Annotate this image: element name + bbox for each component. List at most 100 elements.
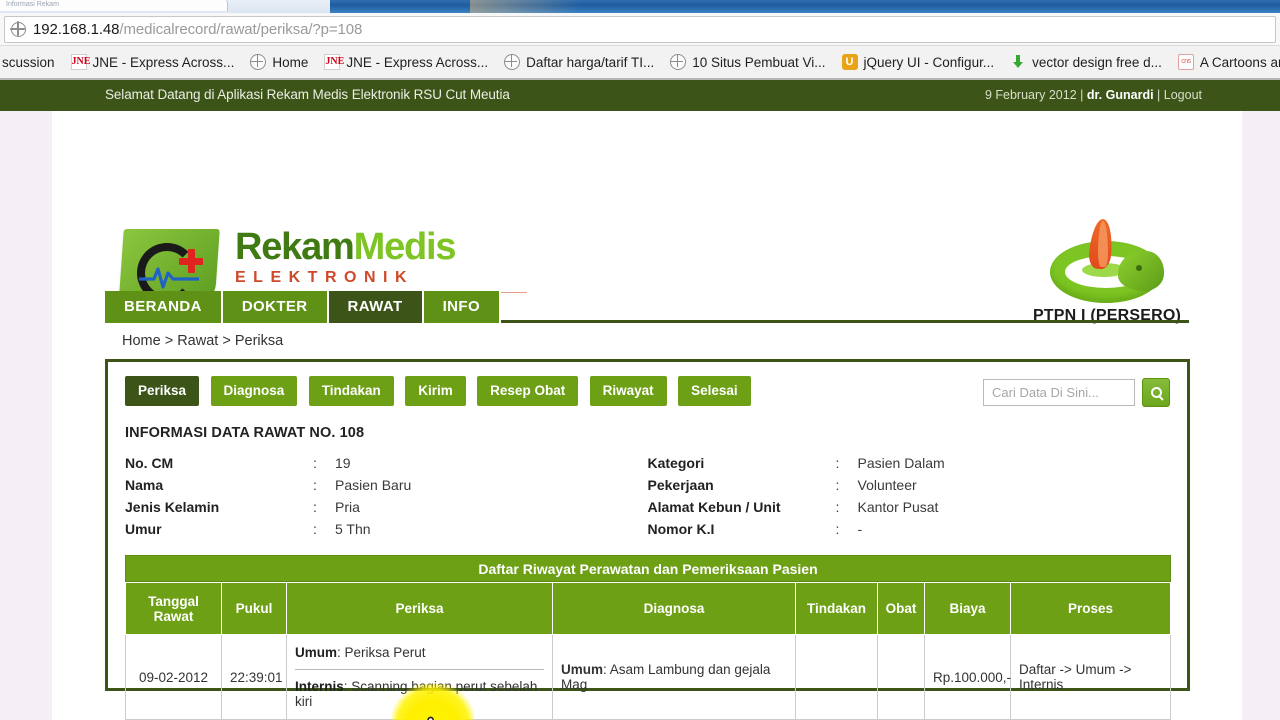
entry-text: : Periksa Perut bbox=[337, 645, 426, 660]
browser-tab[interactable]: Informasi Rekam bbox=[0, 0, 228, 11]
separator: | bbox=[1153, 88, 1164, 102]
bookmark-label: Daftar harga/tarif TI... bbox=[526, 54, 655, 70]
bookmark-label: A Cartoons and Co... bbox=[1199, 54, 1280, 70]
info-value: Pasien Dalam bbox=[857, 455, 945, 471]
jquery-icon: U bbox=[841, 54, 858, 70]
info-row-kategori: Kategori: Pasien Dalam bbox=[648, 453, 1171, 473]
page-sheet: RekamMedis ELEKTRONIK RSU CUT MEUTIA PTP… bbox=[52, 111, 1242, 720]
bookmark-label: JNE - Express Across... bbox=[346, 54, 489, 70]
bookmark-item[interactable]: JNE JNE - Express Across... bbox=[64, 50, 242, 74]
info-value: Pasien Baru bbox=[335, 477, 412, 493]
bookmark-label: JNE - Express Across... bbox=[92, 54, 235, 70]
info-label: Nomor K.I bbox=[647, 521, 715, 537]
bookmark-item[interactable]: Daftar harga/tarif TI... bbox=[497, 50, 661, 74]
bookmark-item[interactable]: vector design free d... bbox=[1003, 50, 1169, 74]
column-header-periksa[interactable]: Periksa bbox=[286, 582, 553, 635]
search-input[interactable] bbox=[983, 379, 1135, 406]
button-kirim[interactable]: Kirim bbox=[405, 376, 466, 406]
info-label: Jenis Kelamin bbox=[125, 499, 220, 515]
bookmark-item[interactable]: U jQuery UI - Configur... bbox=[835, 50, 1002, 74]
nav-item-rawat[interactable]: RAWAT bbox=[328, 291, 424, 323]
globe-icon bbox=[249, 53, 267, 70]
bookmark-label: scussion bbox=[2, 54, 55, 70]
separator: | bbox=[1076, 88, 1087, 102]
download-icon bbox=[1010, 54, 1026, 70]
bookmark-label: vector design free d... bbox=[1032, 54, 1162, 70]
bookmark-item[interactable]: JNE JNE - Express Across... bbox=[317, 50, 495, 74]
info-label: Kategori bbox=[647, 455, 705, 471]
logo-title: RekamMedis bbox=[235, 227, 527, 267]
info-label: Nama bbox=[125, 477, 164, 493]
main-navigation: BERANDA DOKTER RAWAT INFO bbox=[105, 291, 1189, 323]
button-periksa[interactable]: Periksa bbox=[125, 376, 200, 406]
column-header-biaya[interactable]: Biaya bbox=[924, 582, 1011, 635]
globe-icon bbox=[669, 53, 687, 70]
info-value: 5 Thn bbox=[335, 521, 371, 537]
logo-title-part1: Rekam bbox=[235, 226, 355, 268]
entry-label: Umum bbox=[561, 662, 604, 677]
info-value: Kantor Pusat bbox=[857, 499, 939, 515]
colon: : bbox=[835, 499, 840, 515]
nav-item-dokter[interactable]: DOKTER bbox=[222, 291, 329, 323]
patient-info-left: No. CM: 19 Nama: Pasien Baru Jenis Kelamin… bbox=[125, 453, 648, 541]
button-selesai[interactable]: Selesai bbox=[678, 376, 751, 406]
button-riwayat[interactable]: Riwayat bbox=[589, 376, 667, 406]
cell-proses: Daftar -> Umum -> Internis bbox=[1010, 634, 1171, 720]
colon: : bbox=[835, 477, 840, 493]
globe-icon bbox=[503, 53, 521, 70]
colon: : bbox=[313, 455, 317, 471]
breadcrumb: Home > Rawat > Periksa bbox=[122, 333, 284, 349]
browser-titlebar: Informasi Rekam bbox=[0, 0, 1280, 13]
bookmark-label: 10 Situs Pembuat Vi... bbox=[692, 54, 826, 70]
button-tindakan[interactable]: Tindakan bbox=[308, 376, 394, 406]
address-bar-url: 192.168.1.48/medicalrecord/rawat/periksa… bbox=[33, 21, 362, 38]
nav-item-info[interactable]: INFO bbox=[423, 291, 502, 323]
logo-subtitle: ELEKTRONIK bbox=[235, 269, 527, 293]
info-value: Pria bbox=[335, 499, 360, 515]
bookmark-item[interactable]: 10 Situs Pembuat Vi... bbox=[663, 50, 832, 74]
bookmark-item[interactable]: cns A Cartoons and Co... bbox=[1171, 50, 1280, 74]
logo-title-part2: Medis bbox=[353, 226, 457, 268]
colon: : bbox=[835, 455, 840, 471]
table-row[interactable]: 09-02-2012 22:39:01 Umum: Periksa Perut … bbox=[125, 634, 1171, 720]
column-header-tindakan[interactable]: Tindakan bbox=[795, 582, 878, 635]
entry-label: Internis bbox=[295, 679, 344, 694]
periksa-entry-internis: Internis: Scanning bagian perut sebelah … bbox=[295, 676, 544, 712]
bookmark-label: jQuery UI - Configur... bbox=[863, 54, 995, 70]
address-bar[interactable]: 192.168.1.48/medicalrecord/rawat/periksa… bbox=[4, 16, 1276, 43]
web-page: Selamat Datang di Aplikasi Rekam Medis E… bbox=[0, 80, 1280, 720]
browser-chrome: Informasi Rekam 192.168.1.48/medicalreco… bbox=[0, 0, 1280, 80]
column-header-diagnosa[interactable]: Diagnosa bbox=[552, 582, 796, 635]
info-label: No. CM bbox=[125, 455, 174, 471]
history-table: Daftar Riwayat Perawatan dan Pemeriksaan… bbox=[125, 555, 1171, 720]
content-panel: Periksa Diagnosa Tindakan Kirim Resep Ob… bbox=[105, 359, 1190, 720]
colon: : bbox=[313, 499, 317, 515]
info-row-nomor-ki: Nomor K.I: - bbox=[648, 519, 1171, 539]
info-row-umur: Umur: 5 Thn bbox=[125, 519, 648, 539]
bookmark-item[interactable]: scussion bbox=[0, 50, 62, 74]
user-name: dr. Gunardi bbox=[1086, 88, 1154, 102]
column-header-pukul[interactable]: Pukul bbox=[221, 582, 287, 635]
action-button-row: Periksa Diagnosa Tindakan Kirim Resep Ob… bbox=[125, 376, 1170, 407]
welcome-message: Selamat Datang di Aplikasi Rekam Medis E… bbox=[105, 87, 510, 102]
column-header-tanggal-rawat[interactable]: Tanggal Rawat bbox=[125, 582, 222, 635]
logout-link[interactable]: Logout bbox=[1164, 88, 1202, 102]
entry-label: Umum bbox=[295, 645, 338, 660]
column-header-proses[interactable]: Proses bbox=[1010, 582, 1171, 635]
cell-tanggal-rawat: 09-02-2012 bbox=[125, 634, 222, 720]
periksa-entry-umum: Umum: Periksa Perut bbox=[295, 642, 544, 670]
search-button[interactable] bbox=[1142, 378, 1170, 407]
cell-tindakan bbox=[795, 634, 878, 720]
button-resep-obat[interactable]: Resep Obat bbox=[477, 376, 579, 406]
column-header-obat[interactable]: Obat bbox=[877, 582, 925, 635]
patient-info: No. CM: 19 Nama: Pasien Baru Jenis Kelamin… bbox=[125, 453, 1170, 541]
bookmark-item[interactable]: Home bbox=[243, 50, 315, 74]
jne-icon: JNE bbox=[324, 54, 344, 70]
info-row-nama: Nama: Pasien Baru bbox=[125, 475, 648, 495]
globe-icon bbox=[10, 21, 26, 37]
medical-cross-icon bbox=[179, 249, 203, 273]
nav-item-beranda[interactable]: BERANDA bbox=[105, 291, 223, 323]
button-diagnosa[interactable]: Diagnosa bbox=[210, 376, 298, 406]
address-bar-container: 192.168.1.48/medicalrecord/rawat/periksa… bbox=[0, 13, 1280, 46]
search-icon bbox=[1150, 387, 1162, 398]
